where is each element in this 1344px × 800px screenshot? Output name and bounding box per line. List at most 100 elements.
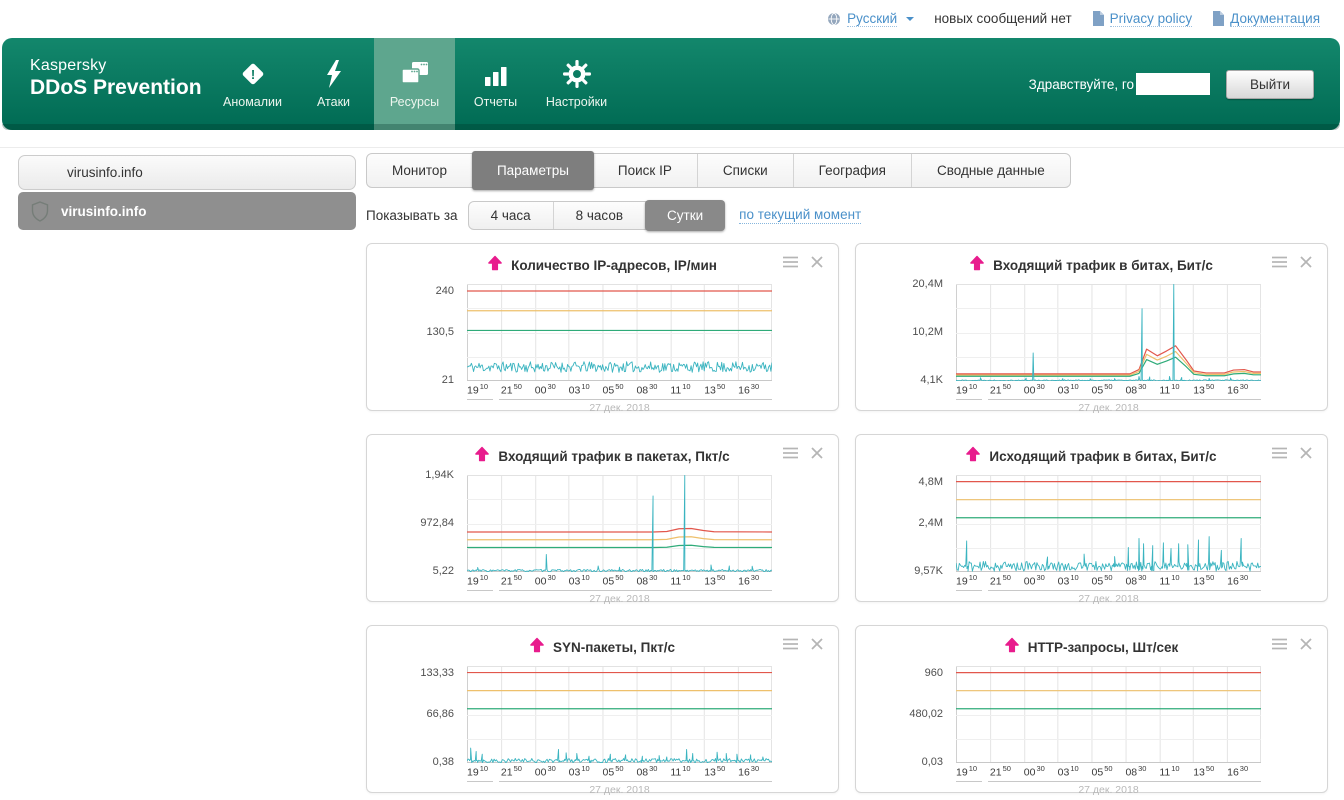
panel-close-icon[interactable] — [811, 638, 823, 650]
chart-plot: 4,8M 2,4M 9,57K — [956, 475, 1261, 572]
tab-geography[interactable]: География — [794, 154, 912, 187]
chart-header: Количество IP-адресов, IP/мин — [367, 254, 838, 276]
tab-lists[interactable]: Списки — [698, 154, 794, 187]
y-tick-top: 20,4M — [912, 278, 943, 290]
y-tick-top: 4,8M — [919, 476, 943, 488]
greeting-label: Здравствуйте, го — [1029, 77, 1134, 92]
panel-menu-icon[interactable] — [1272, 638, 1287, 650]
svg-text:!: ! — [250, 67, 254, 82]
language-selector[interactable]: Русский — [827, 11, 914, 27]
brand-logo: Kaspersky DDoS Prevention — [30, 57, 202, 100]
documentation-link[interactable]: Документация — [1230, 11, 1320, 27]
date-label: 27 дек. 2018 — [956, 593, 1261, 605]
logout-button[interactable]: Выйти — [1226, 70, 1314, 99]
panel-menu-icon[interactable] — [783, 256, 798, 268]
privacy-policy-link[interactable]: Privacy policy — [1110, 11, 1193, 27]
main-nav: ! Аномалии Атаки Ресурсы — [212, 38, 617, 130]
date-label: 27 дек. 2018 — [956, 402, 1261, 414]
y-tick-bottom: 9,57K — [914, 565, 943, 577]
nav-item-settings[interactable]: Настройки — [536, 38, 617, 130]
trend-up-icon — [966, 446, 980, 467]
to-current-moment-link[interactable]: по текущий момент — [739, 207, 861, 224]
panel-close-icon[interactable] — [1300, 447, 1312, 459]
chart-panel: Количество IP-адресов, IP/мин 240 — [366, 243, 839, 411]
nav-label: Аномалии — [223, 95, 282, 109]
date-label: 27 дек. 2018 — [467, 402, 772, 414]
day-line-prev — [467, 399, 493, 400]
nav-label: Настройки — [546, 95, 607, 109]
header-right: Здравствуйте, го Выйти — [1029, 38, 1314, 130]
nav-item-anomalies[interactable]: ! Аномалии — [212, 38, 293, 130]
nav-item-resources[interactable]: Ресурсы — [374, 38, 455, 130]
filter-label: Показывать за — [366, 208, 458, 223]
time-filter-row: Показывать за 4 часа 8 часов Сутки по те… — [366, 200, 1328, 230]
sidebar-item-virusinfo[interactable]: virusinfo.info — [18, 192, 356, 230]
chart-panel: HTTP-запросы, Шт/сек 960 480,02 — [855, 625, 1328, 793]
range-4h-button[interactable]: 4 часа — [469, 202, 554, 229]
chart-title: Количество IP-адресов, IP/мин — [511, 258, 717, 273]
chart-title: Исходящий трафик в битах, Бит/с — [989, 449, 1216, 464]
nav-label: Ресурсы — [390, 95, 439, 109]
day-line-prev — [467, 781, 493, 782]
tab-ip-search[interactable]: Поиск IP — [593, 154, 698, 187]
nav-item-reports[interactable]: Отчеты — [455, 38, 536, 130]
charts-grid: Количество IP-адресов, IP/мин 240 — [366, 243, 1328, 793]
y-tick-mid: 10,2M — [912, 326, 943, 338]
day-line-prev — [956, 781, 982, 782]
resources-sidebar: virusinfo.info virusinfo.info — [18, 155, 356, 230]
trend-up-icon — [488, 255, 502, 276]
day-line-current — [988, 781, 1261, 782]
day-line-prev — [956, 590, 982, 591]
tab-monitor[interactable]: Монитор — [367, 154, 473, 187]
shield-icon — [31, 201, 49, 222]
y-tick-mid: 2,4M — [919, 517, 943, 529]
privacy-policy[interactable]: Privacy policy — [1092, 11, 1193, 27]
document-icon — [1212, 11, 1224, 26]
y-tick-top: 240 — [436, 285, 454, 297]
document-icon — [1092, 11, 1104, 26]
chart-panel: Входящий трафик в пакетах, Пкт/с 1,94K — [366, 434, 839, 602]
day-line-prev — [467, 590, 493, 591]
chart-panel: Исходящий трафик в битах, Бит/с 4,8M — [855, 434, 1328, 602]
chart-canvas — [956, 284, 1261, 381]
panel-menu-icon[interactable] — [1272, 256, 1287, 268]
panel-menu-icon[interactable] — [1272, 447, 1287, 459]
day-line-current — [988, 590, 1261, 591]
x-axis: 191021500030031005500830111013501630 — [467, 763, 772, 777]
trend-up-icon — [475, 446, 489, 467]
y-tick-bottom: 21 — [442, 374, 454, 386]
y-tick-mid: 66,86 — [426, 708, 454, 720]
range-24h-button[interactable]: Сутки — [645, 200, 725, 231]
date-label: 27 дек. 2018 — [956, 784, 1261, 796]
date-axis: 27 дек. 2018 — [956, 586, 1261, 604]
chart-panel: Входящий трафик в битах, Бит/с 20,4M — [855, 243, 1328, 411]
tab-parameters[interactable]: Параметры — [472, 151, 594, 190]
documentation[interactable]: Документация — [1212, 11, 1320, 27]
trend-up-icon — [1005, 637, 1019, 658]
chart-header: Входящий трафик в пакетах, Пкт/с — [367, 445, 838, 467]
chart-title: SYN-пакеты, Пкт/с — [553, 640, 675, 655]
chart-header: SYN-пакеты, Пкт/с — [367, 636, 838, 658]
resource-group-header[interactable]: virusinfo.info — [18, 155, 356, 190]
panel-menu-icon[interactable] — [783, 447, 798, 459]
y-tick-mid: 130,5 — [426, 326, 454, 338]
x-axis: 191021500030031005500830111013501630 — [956, 763, 1261, 777]
nav-label: Атаки — [317, 95, 350, 109]
day-line-prev — [956, 399, 982, 400]
range-8h-button[interactable]: 8 часов — [554, 202, 646, 229]
date-axis: 27 дек. 2018 — [467, 777, 772, 795]
y-tick-bottom: 0,38 — [433, 756, 454, 768]
nav-item-attacks[interactable]: Атаки — [293, 38, 374, 130]
panel-close-icon[interactable] — [1300, 638, 1312, 650]
language-link[interactable]: Русский — [847, 11, 897, 27]
panel-close-icon[interactable] — [811, 447, 823, 459]
top-utility-bar: Русский новых сообщений нет Privacy poli… — [0, 0, 1344, 37]
chevron-down-icon — [906, 17, 914, 21]
chart-canvas — [467, 284, 772, 381]
panel-close-icon[interactable] — [1300, 256, 1312, 268]
panel-close-icon[interactable] — [811, 256, 823, 268]
sidebar-item-label: virusinfo.info — [61, 204, 147, 219]
panel-menu-icon[interactable] — [783, 638, 798, 650]
main-content: Монитор Параметры Поиск IP Списки Геогра… — [366, 153, 1328, 793]
tab-summary[interactable]: Сводные данные — [912, 154, 1070, 187]
